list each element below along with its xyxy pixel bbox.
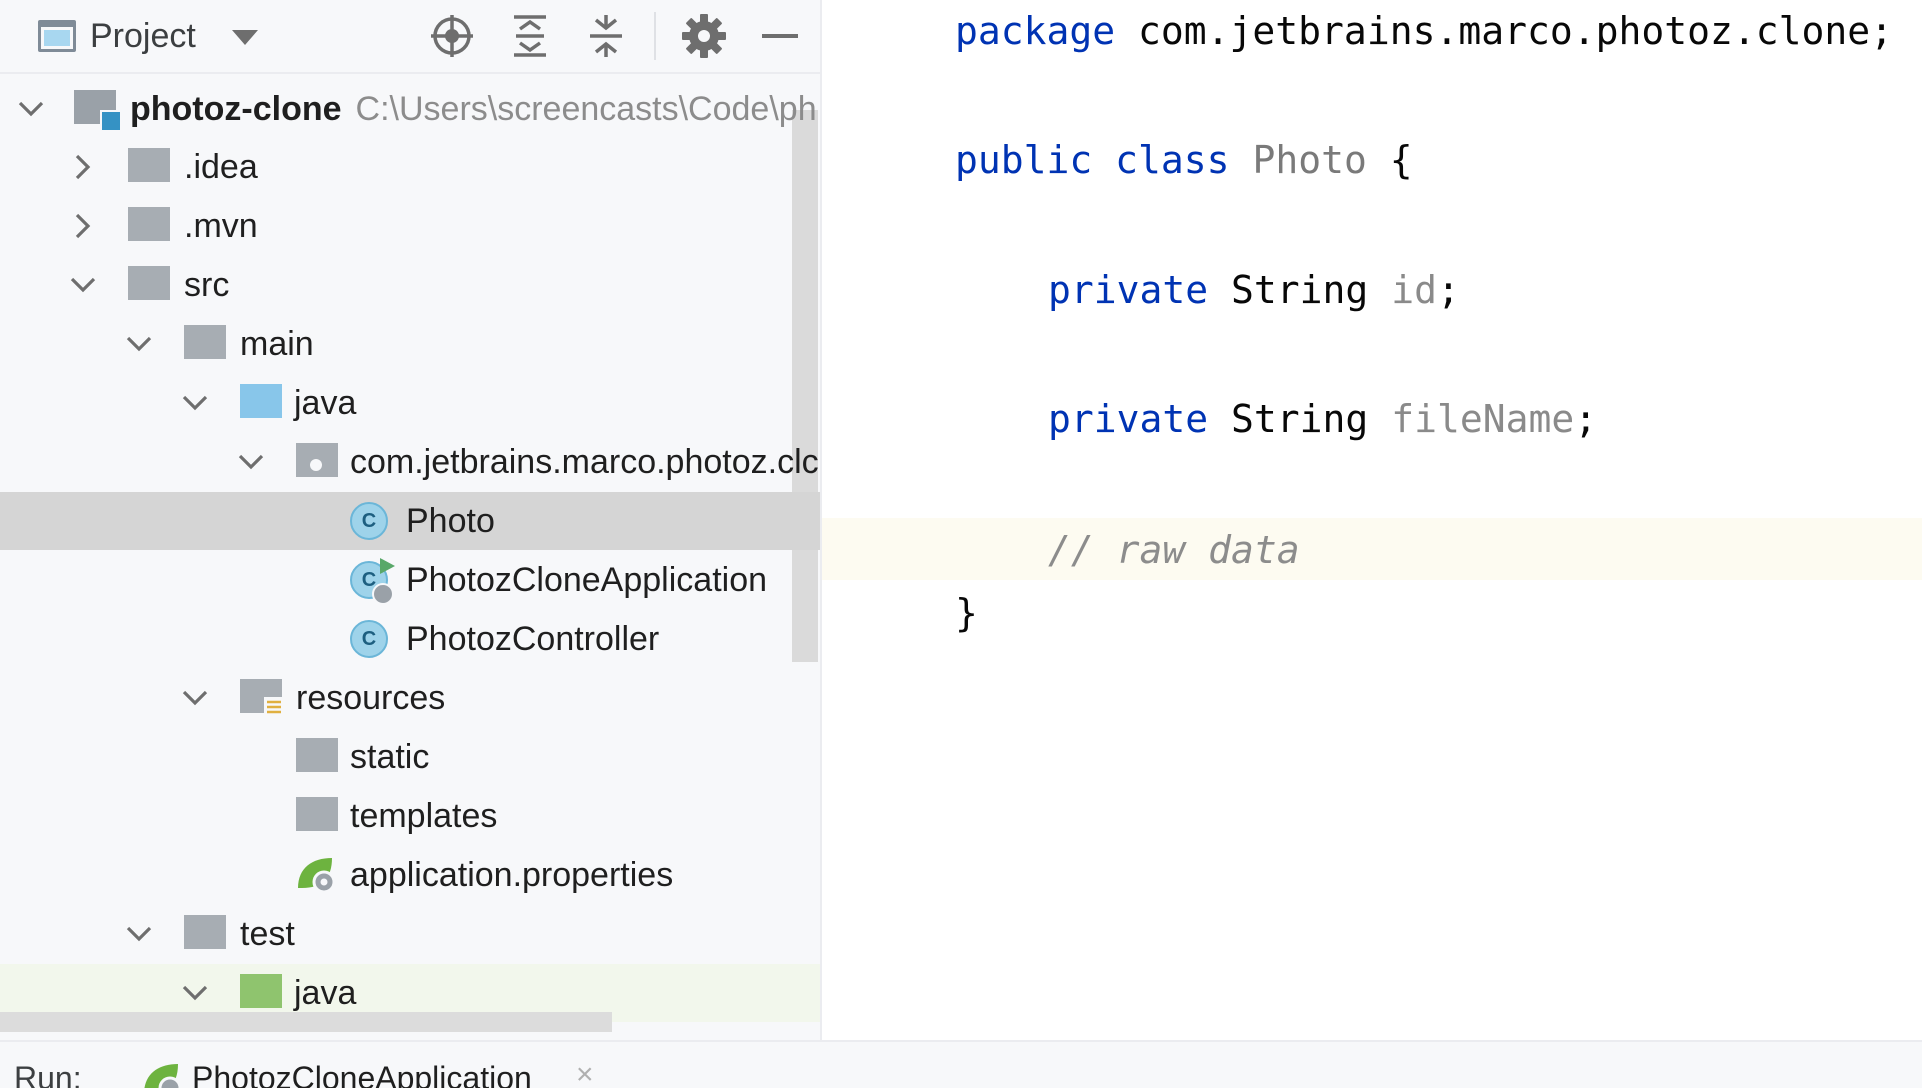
keyword: private [1048, 397, 1209, 441]
semicolon: ; [1574, 397, 1598, 441]
tree-item-label: PhotozController [406, 620, 660, 658]
tree-item-label: java [294, 384, 357, 422]
tree-item-label: .idea [184, 148, 258, 186]
folder-icon [128, 266, 170, 300]
tree-item-label: Photo [406, 502, 495, 540]
gear-icon[interactable] [680, 12, 728, 60]
tree-item-java[interactable]: java [0, 374, 820, 432]
run-marker-icon [380, 558, 395, 574]
tree-item-label: src [184, 266, 230, 304]
tree-item-mvn[interactable]: .mvn [0, 197, 820, 255]
semicolon: ; [1436, 268, 1460, 312]
test-source-folder-icon [240, 974, 282, 1008]
folder-icon [296, 797, 338, 831]
chevron-down-icon[interactable] [180, 388, 210, 418]
class-icon: C [350, 620, 388, 658]
tree-item-templates[interactable]: templates [0, 787, 820, 845]
run-label: Run: [14, 1060, 82, 1088]
package-dot-icon [310, 459, 322, 471]
select-opened-file-icon[interactable] [428, 12, 476, 60]
folder-icon [128, 207, 170, 241]
chevron-down-icon[interactable] [180, 683, 210, 713]
code-line-field-filename: private String fileName; [1048, 396, 1597, 442]
tree-item-photozcontroller[interactable]: C PhotozController [0, 610, 820, 668]
tree-item-src[interactable]: src [0, 256, 820, 314]
field-name: fileName [1391, 397, 1575, 441]
keyword: private [1048, 268, 1209, 312]
chevron-down-icon[interactable] [180, 978, 210, 1008]
chevron-down-icon[interactable] [16, 94, 46, 124]
tree-item-label: main [240, 325, 314, 363]
chevron-right-icon[interactable] [68, 211, 98, 241]
tree-item-label: java [294, 974, 357, 1012]
tree-item-test[interactable]: test [0, 905, 820, 963]
resources-badge-icon [264, 697, 284, 717]
project-tool-window: Project photoz-clone C:\Users\screencast… [0, 0, 820, 1040]
code-line-package: package com.jetbrains.marco.photoz.clone… [955, 8, 1893, 54]
source-folder-icon [240, 384, 282, 418]
tree-item-static[interactable]: static [0, 728, 820, 786]
chevron-down-icon[interactable] [124, 329, 154, 359]
tree-item-photozcloneapplication[interactable]: C PhotozCloneApplication [0, 551, 820, 609]
tree-item-label: test [240, 915, 295, 953]
spring-boot-run-icon [144, 1064, 182, 1088]
code-line-field-id: private String id; [1048, 267, 1460, 313]
chevron-right-icon[interactable] [68, 152, 98, 182]
brace: { [1366, 138, 1413, 182]
folder-icon [184, 325, 226, 359]
spring-properties-icon [298, 858, 336, 894]
tree-item-label: resources [296, 679, 446, 717]
keyword: class [1115, 138, 1230, 182]
tree-item-label: com.jetbrains.marco.photoz.clc [350, 443, 819, 481]
caret-row-highlight [822, 518, 1922, 580]
tree-item-label: templates [350, 797, 498, 835]
class-icon: C [350, 502, 388, 540]
tree-item-label: .mvn [184, 207, 258, 245]
tree-item-project-root[interactable]: photoz-clone C:\Users\screencasts\Code\ph [0, 80, 820, 138]
tree-item-label: application.properties [350, 856, 674, 894]
run-tool-window-bar: Run: PhotozCloneApplication × [0, 1040, 1922, 1088]
folder-icon [296, 738, 338, 772]
tree-item-photo[interactable]: C Photo [0, 492, 820, 550]
code-line-class: public class Photo { [955, 137, 1413, 183]
spring-badge-icon [372, 583, 394, 605]
keyword: package [955, 9, 1116, 53]
project-path: C:\Users\screencasts\Code\ph [355, 90, 817, 128]
tree-item-package[interactable]: com.jetbrains.marco.photoz.clc [0, 433, 820, 491]
horizontal-scrollbar[interactable] [0, 1012, 612, 1032]
expand-all-icon[interactable] [506, 12, 554, 60]
type-name: String [1208, 268, 1392, 312]
chevron-down-icon[interactable] [68, 270, 98, 300]
keyword: public [955, 138, 1093, 182]
folder-icon [128, 148, 170, 182]
tree-item-label: static [350, 738, 430, 776]
package-name: com.jetbrains.marco.photoz.clone; [1115, 9, 1894, 53]
tree-item-application-properties[interactable]: application.properties [0, 846, 820, 904]
toolbar-separator [654, 12, 656, 60]
tree-item-label: photoz-clone C:\Users\screencasts\Code\ph [130, 89, 817, 129]
code-editor[interactable]: package com.jetbrains.marco.photoz.clone… [822, 0, 1922, 1040]
class-name: Photo [1252, 138, 1367, 182]
field-name: id [1391, 268, 1437, 312]
collapse-all-icon[interactable] [582, 12, 630, 60]
project-name: photoz-clone [130, 90, 342, 128]
module-badge-icon [100, 110, 122, 132]
project-view-icon [38, 20, 76, 52]
project-view-selector[interactable]: Project [90, 14, 196, 58]
tree-item-label: PhotozCloneApplication [406, 561, 768, 599]
folder-icon [184, 915, 226, 949]
run-tab-photozcloneapplication[interactable]: PhotozCloneApplication [192, 1060, 532, 1088]
chevron-down-icon[interactable] [232, 30, 258, 45]
tree-item-resources[interactable]: resources [0, 669, 820, 727]
tree-item-idea[interactable]: .idea [0, 138, 820, 196]
chevron-down-icon[interactable] [236, 447, 266, 477]
close-icon[interactable]: × [576, 1058, 594, 1088]
minimize-icon[interactable] [756, 12, 804, 60]
tree-item-main[interactable]: main [0, 315, 820, 373]
code-line-close-brace: } [955, 591, 978, 635]
chevron-down-icon[interactable] [124, 919, 154, 949]
code-line-comment: // raw data [1048, 528, 1300, 572]
type-name: String [1208, 397, 1392, 441]
project-toolbar: Project [0, 0, 820, 74]
